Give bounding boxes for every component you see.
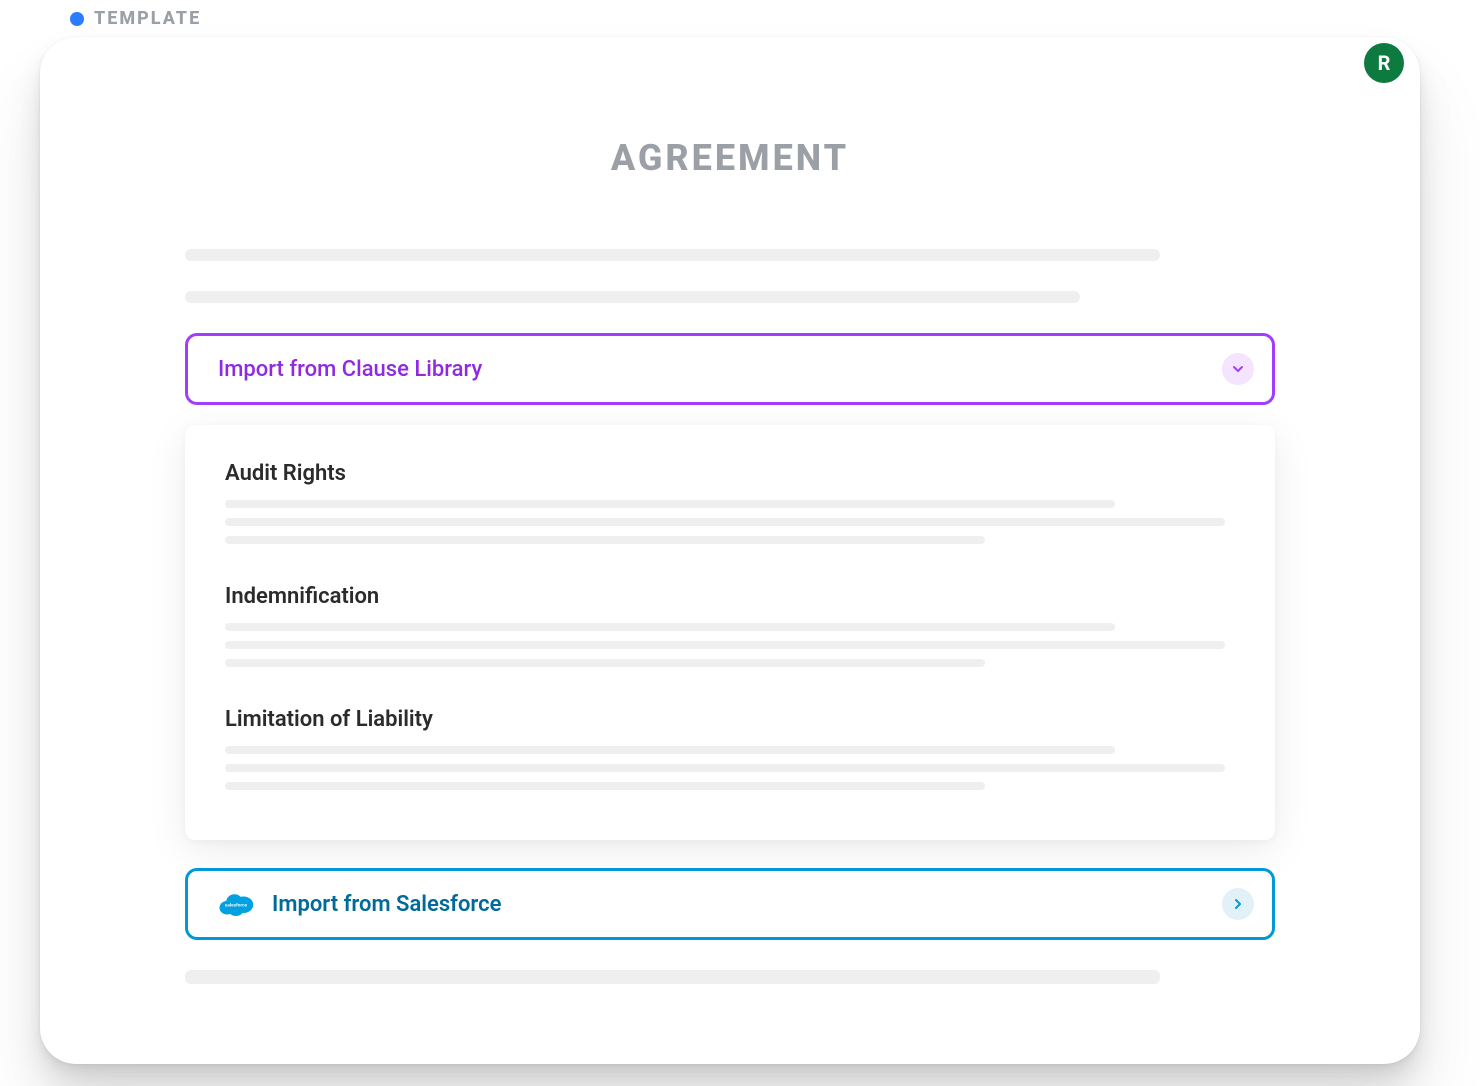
clause-title: Audit Rights bbox=[225, 461, 1235, 486]
window-header: TEMPLATE bbox=[40, 0, 1440, 33]
salesforce-icon: salesforce bbox=[218, 891, 254, 917]
chevron-down-icon bbox=[1222, 353, 1254, 385]
placeholder-line bbox=[225, 641, 1225, 649]
import-clause-library-label: Import from Clause Library bbox=[218, 357, 482, 382]
placeholder-line bbox=[225, 746, 1115, 754]
import-clause-library-dropdown[interactable]: Import from Clause Library bbox=[185, 333, 1275, 405]
svg-text:salesforce: salesforce bbox=[225, 902, 248, 907]
document-body: Import from Clause Library Audit Rights … bbox=[185, 249, 1275, 984]
placeholder-line bbox=[185, 970, 1160, 984]
document-window: R AGREEMENT Import from Clause Library A… bbox=[40, 37, 1420, 1064]
clause-preview bbox=[225, 746, 1235, 790]
placeholder-line bbox=[185, 291, 1080, 303]
import-salesforce-button[interactable]: salesforce Import from Salesforce bbox=[185, 868, 1275, 940]
clause-title: Indemnification bbox=[225, 584, 1235, 609]
avatar-initial: R bbox=[1378, 51, 1391, 75]
clause-library-options: Audit Rights Indemnification bbox=[185, 425, 1275, 840]
status-dot-icon bbox=[70, 12, 84, 26]
template-tag: TEMPLATE bbox=[94, 8, 201, 29]
page-title: AGREEMENT bbox=[140, 137, 1320, 179]
clause-option-audit-rights[interactable]: Audit Rights bbox=[225, 461, 1235, 544]
import-salesforce-label: Import from Salesforce bbox=[272, 892, 501, 917]
clause-option-limitation-of-liability[interactable]: Limitation of Liability bbox=[225, 707, 1235, 790]
clause-preview bbox=[225, 500, 1235, 544]
clause-title: Limitation of Liability bbox=[225, 707, 1235, 732]
avatar[interactable]: R bbox=[1364, 43, 1404, 83]
chevron-right-icon bbox=[1222, 888, 1254, 920]
clause-option-indemnification[interactable]: Indemnification bbox=[225, 584, 1235, 667]
placeholder-line bbox=[225, 782, 985, 790]
placeholder-line bbox=[225, 536, 985, 544]
placeholder-line bbox=[225, 623, 1115, 631]
placeholder-line bbox=[225, 764, 1225, 772]
clause-preview bbox=[225, 623, 1235, 667]
placeholder-line bbox=[225, 518, 1225, 526]
placeholder-line bbox=[225, 500, 1115, 508]
placeholder-line bbox=[185, 249, 1160, 261]
placeholder-line bbox=[225, 659, 985, 667]
